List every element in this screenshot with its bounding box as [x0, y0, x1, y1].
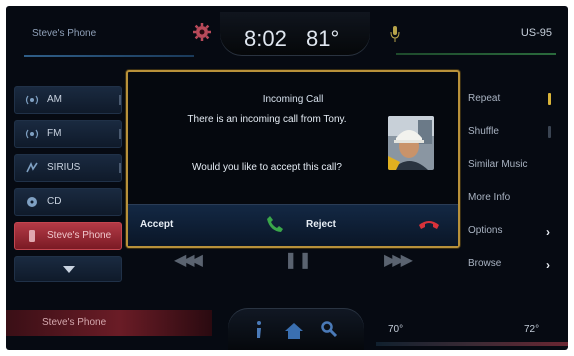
accept-label: Accept [140, 219, 174, 230]
outside-temperature: 81° [306, 26, 340, 51]
status-divider-left [24, 55, 194, 57]
more-sources-button[interactable] [14, 256, 122, 282]
route-label: US-95 [520, 27, 552, 39]
incoming-call-dialog: Incoming Call There is an incoming call … [126, 70, 460, 248]
chevron-right-icon: › [546, 225, 550, 239]
phone-device-icon [29, 230, 35, 242]
accept-call-button[interactable]: Accept [128, 205, 292, 247]
source-fm[interactable]: FM [14, 120, 122, 148]
status-bar: Steve's Phone 8:02 81° US-95 [6, 6, 568, 62]
am-radio-icon [25, 95, 39, 105]
previous-track-icon[interactable]: ◀◀◀ [174, 250, 203, 270]
source-label: FM [47, 128, 62, 139]
menu-item-label: Browse [468, 258, 502, 269]
home-icon[interactable] [284, 322, 304, 340]
climate-glow-bar [376, 342, 568, 346]
status-divider-right [396, 53, 556, 55]
microphone-icon [390, 26, 400, 42]
menu-item-label: Similar Music [468, 159, 528, 170]
options-menu: Repeat Shuffle Similar Music More Info O… [468, 86, 568, 284]
phone-reject-icon [419, 221, 439, 229]
chevron-right-icon: › [546, 258, 550, 272]
menu-item-similar-music[interactable]: Similar Music [468, 152, 568, 185]
infotainment-screen: Steve's Phone 8:02 81° US-95 ◀◀◀ ❚❚ ▶▶▶ [6, 6, 568, 350]
source-label: AM [47, 94, 62, 105]
clock-pod [220, 12, 370, 56]
sirius-icon [26, 162, 38, 173]
pause-icon[interactable]: ❚❚ [284, 250, 313, 270]
source-sirius[interactable]: SIRIUS [14, 154, 122, 182]
source-divider [119, 129, 121, 139]
shuffle-off-indicator [548, 126, 551, 138]
source-divider [119, 163, 121, 173]
dialog-button-row: Accept Reject [128, 204, 458, 246]
menu-item-repeat[interactable]: Repeat [468, 86, 568, 119]
repeat-on-indicator [548, 93, 551, 105]
menu-item-label: Shuffle [468, 126, 499, 137]
source-divider [119, 95, 121, 105]
bottom-phone-button[interactable]: Steve's Phone [6, 310, 212, 336]
bottom-phone-label: Steve's Phone [42, 317, 107, 328]
status-phone-name: Steve's Phone [32, 28, 97, 39]
search-icon[interactable] [320, 320, 338, 338]
fm-radio-icon [25, 129, 39, 139]
phone-accept-icon [267, 216, 283, 232]
menu-item-label: Repeat [468, 93, 501, 104]
source-label: SIRIUS [47, 162, 81, 173]
next-track-icon[interactable]: ▶▶▶ [384, 250, 413, 270]
info-icon[interactable] [254, 320, 264, 340]
menu-item-browse[interactable]: Browse › [468, 251, 568, 284]
settings-gear-icon[interactable] [192, 22, 212, 42]
source-am[interactable]: AM [14, 86, 122, 114]
reject-call-button[interactable]: Reject [294, 205, 458, 247]
menu-item-options[interactable]: Options › [468, 218, 568, 251]
caller-photo [388, 116, 434, 170]
dialog-question: Would you like to accept this call? [192, 162, 342, 173]
source-steves-phone[interactable]: Steve's Phone [14, 222, 122, 250]
bottom-bar: Steve's Phone 70° 72° [6, 302, 568, 350]
dialog-title: Incoming Call [262, 94, 324, 105]
passenger-temperature[interactable]: 72° [524, 324, 539, 335]
source-label: CD [47, 196, 62, 207]
reject-label: Reject [306, 219, 337, 230]
source-list: AM FM SIRIUS CD Steve's Phone [14, 86, 122, 282]
menu-item-label: Options [468, 225, 503, 236]
menu-item-more-info[interactable]: More Info [468, 185, 568, 218]
source-cd[interactable]: CD [14, 188, 122, 216]
chevron-down-icon [63, 266, 75, 273]
menu-item-shuffle[interactable]: Shuffle [468, 119, 568, 152]
dialog-message: There is an incoming call from Tony. [187, 114, 347, 125]
source-label: Steve's Phone [47, 230, 112, 241]
clock-time: 8:02 [244, 26, 287, 51]
menu-item-label: More Info [468, 192, 511, 203]
cd-icon [27, 197, 37, 207]
driver-temperature[interactable]: 70° [388, 324, 403, 335]
